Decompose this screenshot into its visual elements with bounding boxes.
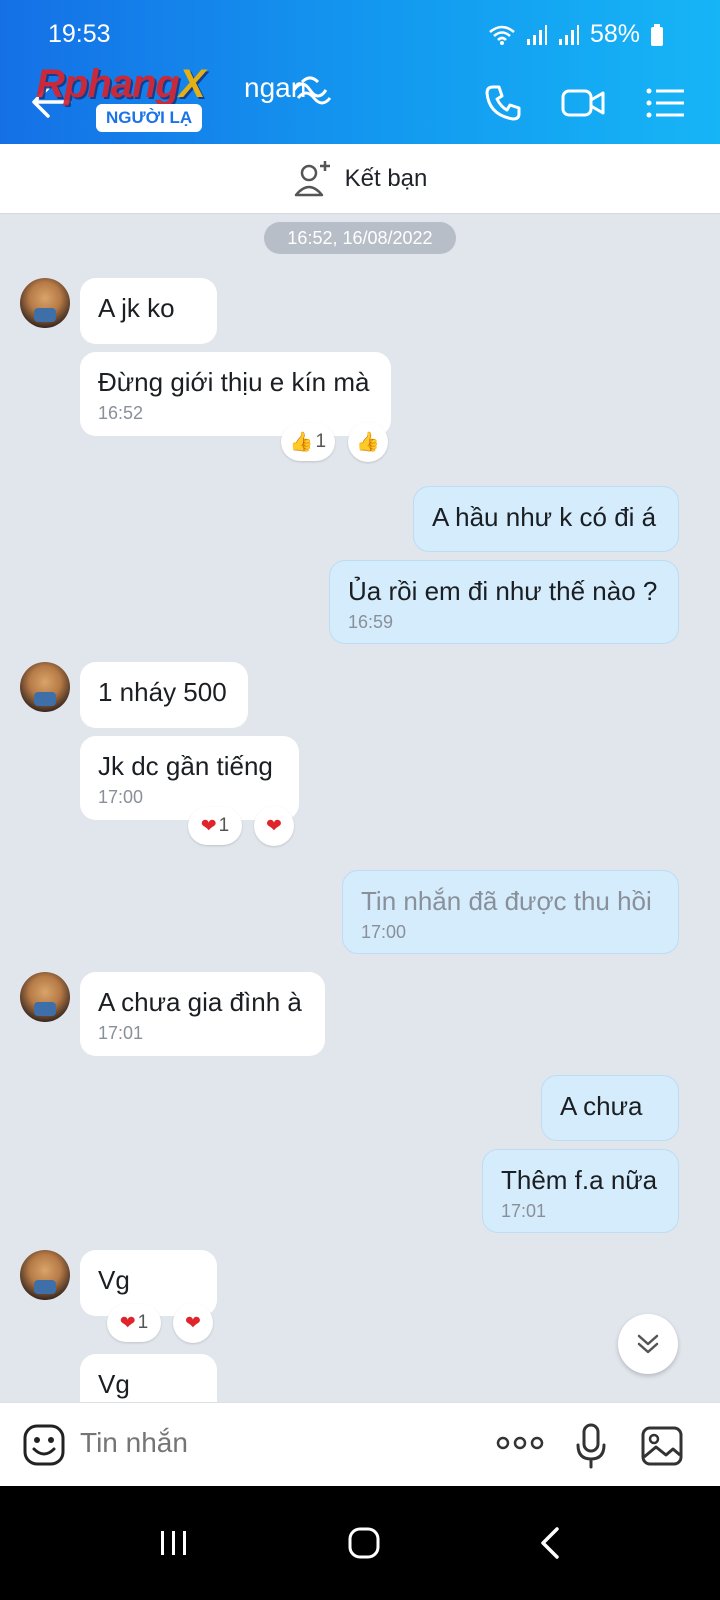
microphone-icon[interactable] xyxy=(574,1423,608,1469)
reaction-count: 1 xyxy=(137,1312,149,1333)
message-text: A jk ko xyxy=(98,293,175,323)
avatar[interactable] xyxy=(20,662,70,712)
watermark-logo: RphangX xyxy=(36,62,206,107)
react-button[interactable]: ❤ xyxy=(173,1303,213,1343)
recent-apps-icon[interactable] xyxy=(158,1528,190,1558)
video-call-button[interactable] xyxy=(558,78,608,128)
stranger-badge: NGƯỜI LẠ xyxy=(96,104,203,132)
home-icon[interactable] xyxy=(347,1526,381,1560)
phone-icon xyxy=(485,85,521,121)
chat-area[interactable]: 16:52, 16/08/2022 A jk ko Đừng giới thịu… xyxy=(0,214,720,1432)
heart-icon: ❤ xyxy=(200,815,217,837)
battery-percent: 58% xyxy=(589,20,640,48)
message-text: 1 nháy 500 xyxy=(98,677,227,707)
message-time: 16:52 xyxy=(98,403,144,423)
message-text: A hầu như k có đi á xyxy=(432,502,657,532)
status-time: 19:53 xyxy=(48,20,111,48)
wave-icon xyxy=(292,76,332,105)
message-bubble[interactable]: Ủa rồi em đi như thế nào ? 16:59 xyxy=(329,560,679,644)
avatar[interactable] xyxy=(20,278,70,328)
logo-x: X xyxy=(178,62,206,106)
signal-icon-2 xyxy=(558,24,579,45)
menu-button[interactable] xyxy=(640,78,690,128)
message-input[interactable] xyxy=(80,1427,460,1459)
call-button[interactable] xyxy=(478,78,528,128)
add-friend-icon xyxy=(294,160,330,196)
scroll-down-button[interactable] xyxy=(618,1314,678,1374)
back-icon[interactable] xyxy=(538,1526,562,1560)
react-button[interactable]: ❤ xyxy=(254,806,294,846)
message-bubble[interactable]: Đừng giới thịu e kín mà 16:52 xyxy=(80,352,391,436)
message-time: 16:59 xyxy=(348,612,394,632)
avatar[interactable] xyxy=(20,972,70,1022)
message-time: 17:00 xyxy=(361,922,407,942)
message-text: Vg xyxy=(98,1369,130,1399)
thumbs-up-icon: 👍 xyxy=(356,432,380,453)
message-text: A chưa xyxy=(560,1091,643,1121)
reaction-summary[interactable]: ❤ 1 xyxy=(188,807,242,845)
message-time: 17:00 xyxy=(98,787,144,807)
chat-header: ngan RphangX NGƯỜI LẠ xyxy=(0,60,720,144)
wifi-icon xyxy=(489,25,515,45)
chevron-double-down-icon xyxy=(637,1334,659,1354)
signal-icon xyxy=(526,24,547,45)
sticker-icon[interactable] xyxy=(22,1423,66,1467)
message-bubble[interactable]: A jk ko xyxy=(80,278,217,344)
message-bubble[interactable]: 1 nháy 500 xyxy=(80,662,248,728)
message-bubble[interactable]: Tin nhắn đã được thu hồi 17:00 xyxy=(342,870,679,954)
reaction-count: 1 xyxy=(315,431,327,452)
add-friend-label: Kết bạn xyxy=(344,164,428,192)
add-friend-bar[interactable]: Kết bạn xyxy=(0,144,720,214)
status-icons: 58% xyxy=(488,20,664,49)
reaction-count: 1 xyxy=(218,815,230,836)
reaction-summary[interactable]: 👍 1 xyxy=(281,423,335,461)
recalled-message-text: Tin nhắn đã được thu hồi xyxy=(361,886,652,916)
message-bubble[interactable]: Thêm f.a nữa 17:01 xyxy=(482,1149,679,1233)
more-options-icon[interactable] xyxy=(496,1433,544,1453)
logo-text: Rphang xyxy=(36,62,180,106)
message-bubble[interactable]: A chưa xyxy=(541,1075,679,1141)
list-menu-icon xyxy=(646,88,684,118)
message-input-bar xyxy=(0,1402,720,1486)
status-bar: 19:53 58% xyxy=(0,0,720,60)
message-text: Thêm f.a nữa xyxy=(501,1165,658,1195)
avatar[interactable] xyxy=(20,1250,70,1300)
image-icon[interactable] xyxy=(640,1425,684,1467)
message-text: A chưa gia đình à xyxy=(98,987,302,1017)
message-text: Jk dc gần tiếng xyxy=(98,751,273,781)
thumbs-up-icon: 👍 xyxy=(289,432,314,453)
heart-icon: ❤ xyxy=(266,815,282,837)
system-navigation-bar xyxy=(0,1486,720,1600)
date-separator: 16:52, 16/08/2022 xyxy=(264,222,456,254)
heart-icon: ❤ xyxy=(119,1312,136,1334)
message-time: 17:01 xyxy=(501,1201,547,1221)
message-time: 17:01 xyxy=(98,1023,144,1043)
heart-icon: ❤ xyxy=(185,1312,201,1334)
reaction-summary[interactable]: ❤ 1 xyxy=(107,1304,161,1342)
video-camera-icon xyxy=(561,89,605,117)
message-bubble[interactable]: A chưa gia đình à 17:01 xyxy=(80,972,325,1056)
battery-icon xyxy=(651,23,663,46)
message-bubble[interactable]: A hầu như k có đi á xyxy=(413,486,679,552)
react-button[interactable]: 👍 xyxy=(348,422,388,462)
message-text: Vg xyxy=(98,1265,130,1295)
message-text: Ủa rồi em đi như thế nào ? xyxy=(348,576,658,606)
message-text: Đừng giới thịu e kín mà xyxy=(98,367,370,397)
